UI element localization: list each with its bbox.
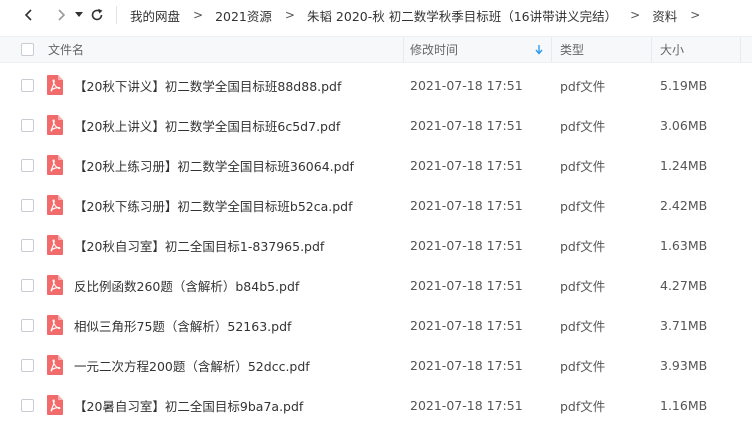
column-header-type[interactable]: 类型 [560,37,584,62]
file-name[interactable]: 【20秋自习室】初二全国目标1-837965.pdf [74,225,324,265]
toolbar: 我的网盘 > 2021资源 > 朱韬 2020-秋 初二数学秋季目标班（16讲带… [0,0,752,30]
chevron-right-icon [58,9,66,21]
forward-button[interactable] [50,4,72,26]
file-size: 3.93MB [660,357,708,373]
file-name[interactable]: 相似三角形75题（含解析）52163.pdf [74,305,291,345]
row-checkbox[interactable] [21,399,34,412]
file-modified-time: 2021-07-18 17:51 [410,157,523,173]
file-row[interactable]: 【20秋下讲义】初二数学全国目标班88d88.pdf 2021-07-18 17:… [0,65,752,105]
breadcrumb-my-drive[interactable]: 我的网盘 [130,6,180,25]
toolbar-divider [116,6,117,24]
refresh-icon [91,8,103,21]
file-row[interactable]: 反比例函数260题（含解析）b84b5.pdf 2021-07-18 17:51 p… [0,265,752,305]
sort-indicator[interactable] [535,37,543,62]
pdf-file-icon [47,75,63,95]
column-divider[interactable] [651,37,652,62]
column-divider[interactable] [740,37,741,62]
file-type: pdf文件 [560,358,606,374]
file-row[interactable]: 【20秋自习室】初二全国目标1-837965.pdf 2021-07-18 17:… [0,225,752,265]
file-type: pdf文件 [560,238,606,254]
pdf-file-icon [47,195,63,215]
file-name[interactable]: 【20秋上讲义】初二数学全国目标班6c5d7.pdf [74,105,340,145]
file-size: 3.71MB [660,317,708,333]
file-size: 1.24MB [660,157,708,173]
file-modified-time: 2021-07-18 17:51 [410,357,523,373]
pdf-file-icon [47,155,63,175]
file-size: 1.63MB [660,237,708,253]
file-modified-time: 2021-07-18 17:51 [410,117,523,133]
file-modified-time: 2021-07-18 17:51 [410,237,523,253]
row-checkbox[interactable] [21,279,34,292]
file-modified-time: 2021-07-18 17:51 [410,197,523,213]
sort-down-arrow-icon [535,44,543,55]
column-header-modified[interactable]: 修改时间 [410,37,458,62]
refresh-button[interactable] [86,4,108,26]
pdf-file-icon [47,355,63,375]
file-type: pdf文件 [560,158,606,174]
file-modified-time: 2021-07-18 17:51 [410,317,523,333]
pdf-file-icon [47,275,63,295]
row-checkbox[interactable] [21,319,34,332]
row-checkbox[interactable] [21,359,34,372]
file-row[interactable]: 【20暑自习室】初二全国目标9ba7a.pdf 2021-07-18 17:51 p… [0,385,752,425]
file-name[interactable]: 【20秋下练习册】初二数学全国目标班b52ca.pdf [74,185,353,225]
file-list-header: 文件名 修改时间 类型 大小 [0,36,752,63]
row-checkbox[interactable] [21,119,34,132]
file-modified-time: 2021-07-18 17:51 [410,77,523,93]
file-size: 5.19MB [660,77,708,93]
breadcrumb-resources-2021[interactable]: 2021资源 [215,6,272,25]
row-checkbox[interactable] [21,199,34,212]
breadcrumb-separator: > [630,8,641,22]
pdf-file-icon [47,235,63,255]
back-button[interactable] [18,4,40,26]
pdf-file-icon [47,395,63,415]
file-type: pdf文件 [560,278,606,294]
file-type: pdf文件 [560,198,606,214]
file-row[interactable]: 【20秋上练习册】初二数学全国目标班36064.pdf 2021-07-18 17… [0,145,752,185]
file-name[interactable]: 反比例函数260题（含解析）b84b5.pdf [74,265,299,305]
file-name[interactable]: 【20秋下讲义】初二数学全国目标班88d88.pdf [74,65,341,105]
pdf-file-icon [47,115,63,135]
breadcrumb-separator: > [690,8,701,22]
file-name[interactable]: 【20暑自习室】初二全国目标9ba7a.pdf [74,385,303,425]
column-divider[interactable] [551,37,552,62]
breadcrumb-materials[interactable]: 资料 [652,6,677,25]
file-type: pdf文件 [560,118,606,134]
file-modified-time: 2021-07-18 17:51 [410,397,523,413]
file-modified-time: 2021-07-18 17:51 [410,277,523,293]
chevron-left-icon [24,9,32,21]
caret-down-icon [75,12,83,17]
row-checkbox[interactable] [21,239,34,252]
file-name[interactable]: 【20秋上练习册】初二数学全国目标班36064.pdf [74,145,354,185]
file-row[interactable]: 【20秋下练习册】初二数学全国目标班b52ca.pdf 2021-07-18 17… [0,185,752,225]
file-size: 1.16MB [660,397,708,413]
select-all-checkbox[interactable] [21,43,34,56]
breadcrumb-separator: > [284,8,295,22]
file-size: 3.06MB [660,117,708,133]
file-row[interactable]: 一元二次方程200题（含解析）52dcc.pdf 2021-07-18 17:51… [0,345,752,385]
row-checkbox[interactable] [21,159,34,172]
column-header-name[interactable]: 文件名 [48,37,84,62]
file-row[interactable]: 【20秋上讲义】初二数学全国目标班6c5d7.pdf 2021-07-18 17:… [0,105,752,145]
breadcrumb-course-folder[interactable]: 朱韬 2020-秋 初二数学秋季目标班（16讲带讲义完结） [307,6,617,25]
history-dropdown-button[interactable] [72,4,86,26]
breadcrumb-separator: > [193,8,204,22]
file-type: pdf文件 [560,398,606,414]
pdf-file-icon [47,315,63,335]
file-type: pdf文件 [560,318,606,334]
file-size: 2.42MB [660,197,708,213]
file-row[interactable]: 相似三角形75题（含解析）52163.pdf 2021-07-18 17:51 pd… [0,305,752,345]
column-header-size[interactable]: 大小 [660,37,684,62]
file-size: 4.27MB [660,277,708,293]
column-divider[interactable] [403,37,404,62]
row-checkbox[interactable] [21,79,34,92]
file-type: pdf文件 [560,78,606,94]
file-name[interactable]: 一元二次方程200题（含解析）52dcc.pdf [74,345,310,385]
